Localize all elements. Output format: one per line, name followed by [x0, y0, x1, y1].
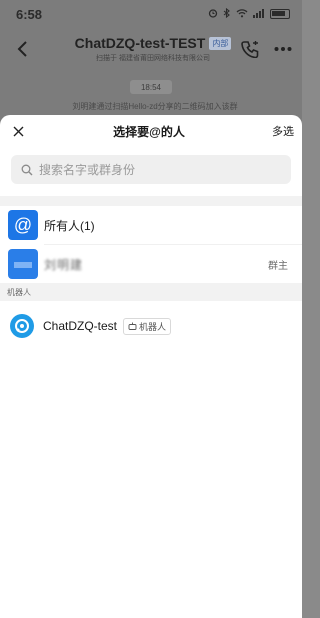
sheet-header: 选择要@的人 多选	[0, 115, 302, 147]
bots-section-label: 机器人	[0, 283, 302, 301]
call-icon[interactable]	[240, 40, 260, 58]
status-bar: 6:58	[0, 0, 302, 28]
bot-badge: 机器人	[123, 317, 172, 335]
chat-timestamp: 18:54	[130, 80, 172, 94]
bot-row[interactable]: ChatDZQ-test 机器人	[0, 301, 302, 351]
member-row-owner[interactable]: 刘明建 群主	[0, 245, 302, 283]
chat-title-block[interactable]: ChatDZQ-test-TEST 内部 扫描于 福建省莆田网络科技有限公司	[74, 35, 232, 63]
wifi-icon	[236, 8, 248, 21]
battery-icon	[270, 9, 290, 19]
section-gap	[0, 196, 302, 206]
everyone-label: 所有人(1)	[44, 218, 95, 233]
chevron-left-icon	[17, 41, 27, 57]
avatar	[8, 249, 38, 279]
robot-icon	[128, 322, 137, 330]
mention-everyone-row[interactable]: @ 所有人(1)	[0, 206, 302, 244]
multi-select-button[interactable]: 多选	[272, 123, 294, 139]
bluetooth-icon	[223, 7, 231, 21]
close-icon	[13, 126, 23, 136]
member-name: 刘明建	[44, 257, 84, 272]
search-icon	[21, 164, 33, 175]
internal-badge: 内部	[209, 36, 232, 50]
mention-picker-sheet: 选择要@的人 多选 @ 所有人(1) 刘明建 群主 机器人 ChatDZQ-te…	[0, 115, 302, 618]
more-options-icon[interactable]	[274, 46, 292, 52]
search-box[interactable]	[11, 155, 291, 184]
chat-subtitle: 扫描于 福建省莆田网络科技有限公司	[96, 55, 210, 62]
signal-icon	[253, 8, 265, 21]
status-time: 6:58	[16, 6, 43, 22]
back-button[interactable]	[10, 37, 34, 61]
chat-header: ChatDZQ-test-TEST 内部 扫描于 福建省莆田网络科技有限公司	[0, 28, 302, 70]
sheet-title: 选择要@的人	[113, 124, 185, 139]
at-sign-icon: @	[8, 210, 38, 240]
alarm-icon	[208, 8, 218, 21]
owner-role-tag: 群主	[268, 260, 288, 272]
status-icons	[208, 7, 290, 21]
bot-badge-label: 机器人	[139, 321, 167, 332]
system-notice: 刘明建通过扫描Hello-zd分享的二维码加入该群	[72, 102, 238, 111]
close-button[interactable]	[10, 123, 26, 139]
bot-avatar-icon	[10, 314, 34, 338]
chat-title: ChatDZQ-test-TEST	[74, 35, 206, 51]
search-input[interactable]	[39, 162, 281, 177]
bot-name: ChatDZQ-test	[43, 319, 118, 333]
